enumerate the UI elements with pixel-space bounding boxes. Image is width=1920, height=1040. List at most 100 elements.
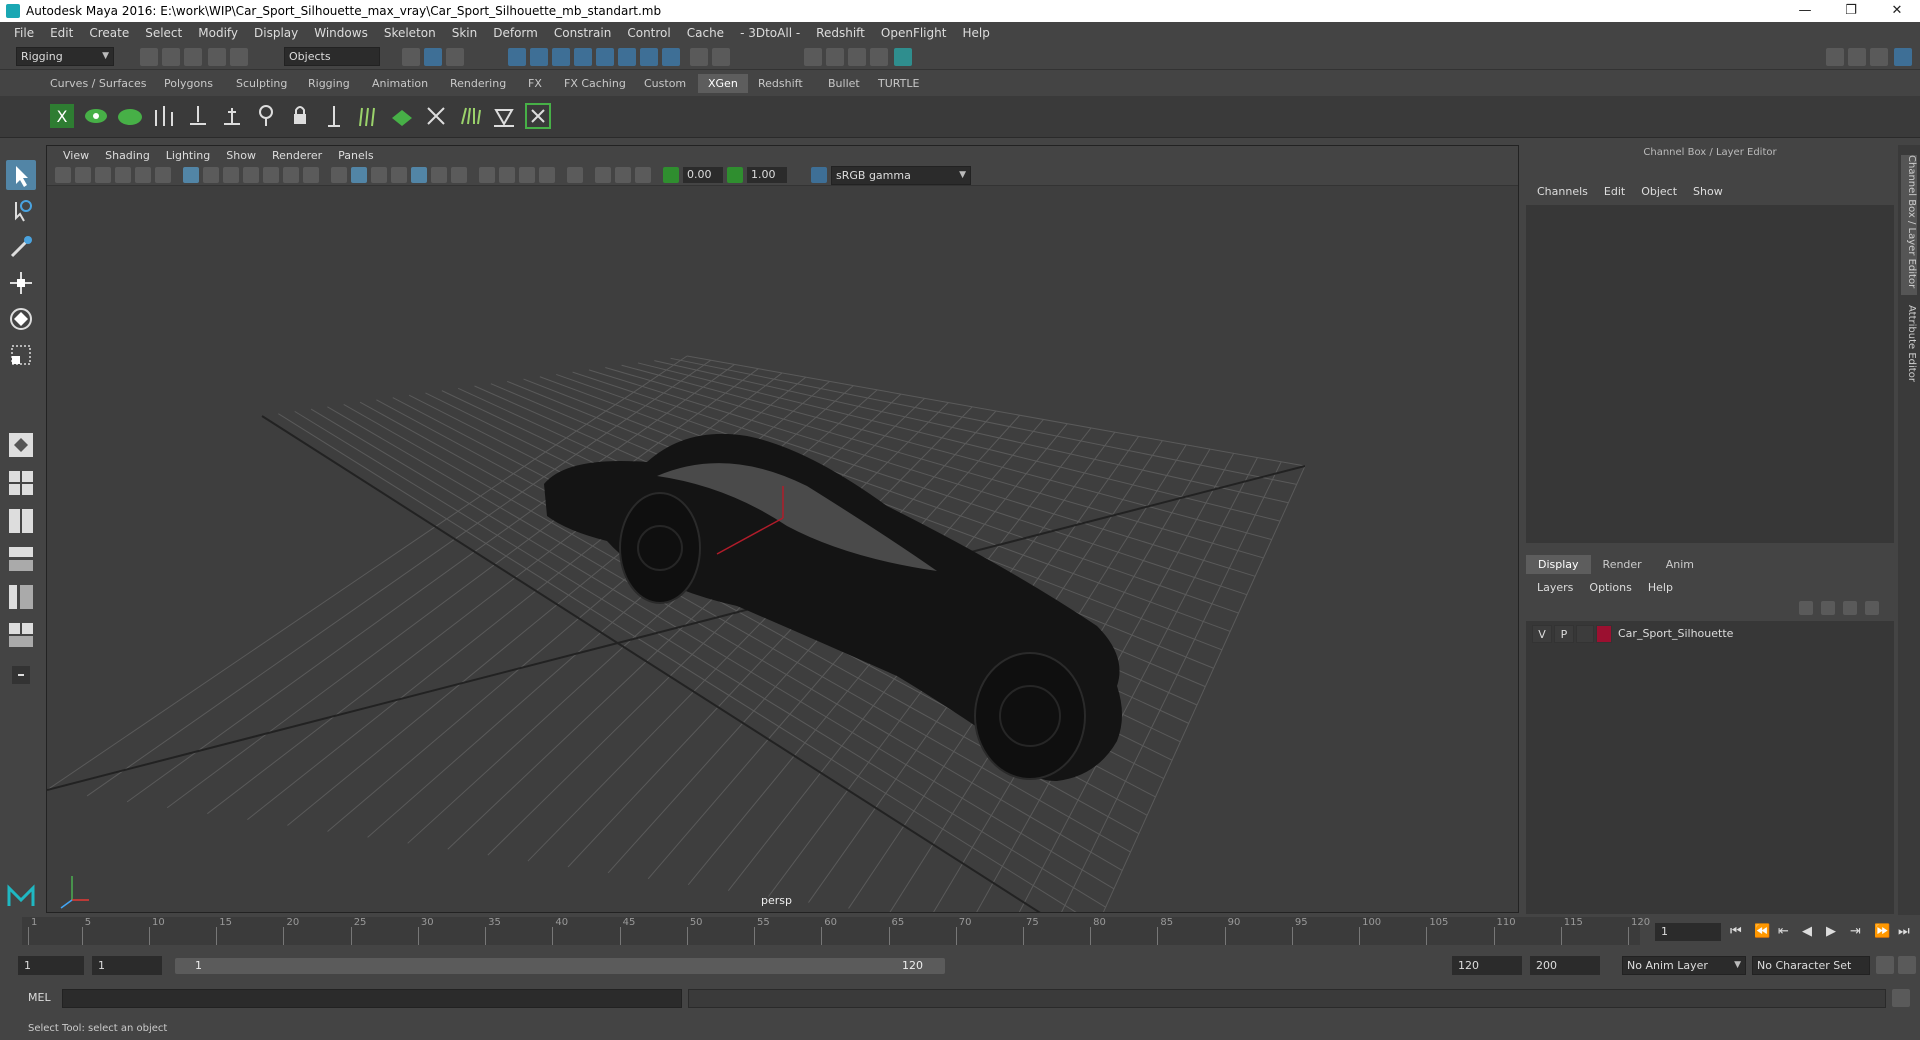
- playback-start-field[interactable]: 1: [92, 956, 162, 975]
- input-output-icon[interactable]: [712, 48, 730, 66]
- grid-icon[interactable]: [183, 167, 199, 183]
- menu-select[interactable]: Select: [137, 26, 190, 40]
- make-live-icon[interactable]: [618, 48, 636, 66]
- snap-curve-icon[interactable]: [530, 48, 548, 66]
- tab-sculpting[interactable]: Sculpting: [226, 74, 297, 93]
- anim-layer-dropdown[interactable]: No Anim Layer ▼: [1622, 956, 1746, 975]
- viewport-scene[interactable]: [47, 186, 1519, 913]
- layout-single-icon[interactable]: [6, 430, 36, 460]
- panel-menu-lighting[interactable]: Lighting: [158, 149, 218, 162]
- restore-button[interactable]: ❐: [1828, 0, 1874, 22]
- render-settings-icon[interactable]: [870, 48, 888, 66]
- gate-mask-icon[interactable]: [243, 167, 259, 183]
- lock-guides-icon[interactable]: [286, 102, 314, 130]
- layout-more-icon[interactable]: [6, 660, 36, 690]
- menu-windows[interactable]: Windows: [306, 26, 376, 40]
- tab-attribute-editor-vertical[interactable]: Attribute Editor: [1901, 305, 1917, 395]
- tab-polygons[interactable]: Polygons: [154, 74, 223, 93]
- channel-box-area[interactable]: [1526, 205, 1894, 543]
- time-slider-track[interactable]: 1 5 10 15 20 25 30 35 40 45 50 55 60 65 70 75 80 85 90 95 10…: [22, 917, 1650, 945]
- new-layer-icon[interactable]: [1843, 601, 1857, 615]
- move-layer-up-icon[interactable]: [1799, 601, 1813, 615]
- layout-side-icon[interactable]: [6, 506, 36, 536]
- layout-graph-icon[interactable]: [6, 582, 36, 612]
- lasso-tool-icon[interactable]: [6, 196, 36, 226]
- wireframe-on-shaded-icon[interactable]: [371, 167, 387, 183]
- go-to-end-icon[interactable]: ⏭: [1898, 924, 1910, 939]
- motion-blur-icon[interactable]: [499, 167, 515, 183]
- bookmark-icon[interactable]: [95, 167, 111, 183]
- redo-icon[interactable]: [230, 48, 248, 66]
- play-forwards-icon[interactable]: ▶: [1826, 924, 1836, 939]
- tab-animation[interactable]: Animation: [362, 74, 438, 93]
- menu-display[interactable]: Display: [246, 26, 306, 40]
- tab-render-layers[interactable]: Render: [1591, 555, 1654, 574]
- menu-create[interactable]: Create: [81, 26, 137, 40]
- playback-end-field[interactable]: 120: [1452, 956, 1522, 975]
- sculpt-guides-icon[interactable]: [218, 102, 246, 130]
- auto-key-icon[interactable]: [1876, 956, 1894, 974]
- cb-menu-show[interactable]: Show: [1685, 185, 1731, 198]
- tab-fx[interactable]: FX: [518, 74, 552, 93]
- tab-xgen[interactable]: XGen: [698, 74, 748, 93]
- selection-mode-dropdown[interactable]: Objects: [284, 47, 380, 66]
- symmetry-icon[interactable]: [640, 48, 658, 66]
- place-guides-icon[interactable]: [184, 102, 212, 130]
- ipr-render-icon[interactable]: [848, 48, 866, 66]
- smooth-shade-icon[interactable]: [351, 167, 367, 183]
- tab-rigging[interactable]: Rigging: [298, 74, 360, 93]
- command-input[interactable]: [62, 989, 682, 1008]
- soft-select-icon[interactable]: [662, 48, 680, 66]
- menu-deform[interactable]: Deform: [485, 26, 546, 40]
- menu-file[interactable]: File: [6, 26, 42, 40]
- lock-icon[interactable]: [690, 48, 708, 66]
- outliner-toggle-icon[interactable]: [1870, 48, 1888, 66]
- select-tool-icon[interactable]: [6, 160, 36, 190]
- field-chart-icon[interactable]: [263, 167, 279, 183]
- tab-rendering[interactable]: Rendering: [440, 74, 516, 93]
- go-to-start-icon[interactable]: ⏮: [1730, 924, 1742, 939]
- groom-cut-icon[interactable]: [490, 102, 518, 130]
- script-language-toggle[interactable]: MEL: [28, 991, 51, 1004]
- menu-constrain[interactable]: Constrain: [546, 26, 620, 40]
- menu-redshift[interactable]: Redshift: [808, 26, 873, 40]
- close-button[interactable]: ✕: [1874, 0, 1920, 22]
- render-view-icon[interactable]: [804, 48, 822, 66]
- xgen-editor-icon[interactable]: X: [48, 102, 76, 130]
- script-editor-icon[interactable]: [1892, 989, 1910, 1007]
- tab-anim-layers[interactable]: Anim: [1654, 555, 1706, 574]
- add-guides-icon[interactable]: [150, 102, 178, 130]
- range-bar[interactable]: 1 120: [175, 958, 945, 974]
- minimize-button[interactable]: —: [1782, 0, 1828, 22]
- menu-skin[interactable]: Skin: [444, 26, 486, 40]
- cb-menu-object[interactable]: Object: [1633, 185, 1685, 198]
- tab-fx-caching[interactable]: FX Caching: [554, 74, 636, 93]
- tab-curves-surfaces[interactable]: Curves / Surfaces: [40, 74, 157, 93]
- layer-playback-toggle[interactable]: P: [1554, 625, 1574, 643]
- shadows-icon[interactable]: [451, 167, 467, 183]
- select-component-icon[interactable]: [446, 48, 464, 66]
- xray-joints-icon[interactable]: [595, 167, 611, 183]
- save-scene-icon[interactable]: [184, 48, 202, 66]
- play-backwards-icon[interactable]: ◀: [1802, 924, 1812, 939]
- two-sided-lighting-icon[interactable]: [635, 167, 651, 183]
- menu-control[interactable]: Control: [619, 26, 678, 40]
- step-back-key-icon[interactable]: ⇤: [1778, 924, 1789, 939]
- scale-tool-icon[interactable]: [6, 340, 36, 370]
- new-scene-icon[interactable]: [140, 48, 158, 66]
- groom-brush-icon[interactable]: [354, 102, 382, 130]
- xgen-preview-icon[interactable]: [82, 102, 110, 130]
- layer-display-type[interactable]: [1576, 625, 1594, 643]
- undo-icon[interactable]: [208, 48, 226, 66]
- guide-length-icon[interactable]: [252, 102, 280, 130]
- color-management-icon[interactable]: [811, 167, 827, 183]
- select-hierarchy-icon[interactable]: [402, 48, 420, 66]
- cb-menu-channels[interactable]: Channels: [1529, 185, 1596, 198]
- end-time-field[interactable]: 200: [1530, 956, 1600, 975]
- panel-menu-view[interactable]: View: [55, 149, 97, 162]
- menu-modify[interactable]: Modify: [190, 26, 246, 40]
- menu-3dtoall[interactable]: - 3DtoAll -: [732, 26, 808, 40]
- snap-point-icon[interactable]: [552, 48, 570, 66]
- lights-icon[interactable]: [431, 167, 447, 183]
- animation-preferences-icon[interactable]: [1898, 956, 1916, 974]
